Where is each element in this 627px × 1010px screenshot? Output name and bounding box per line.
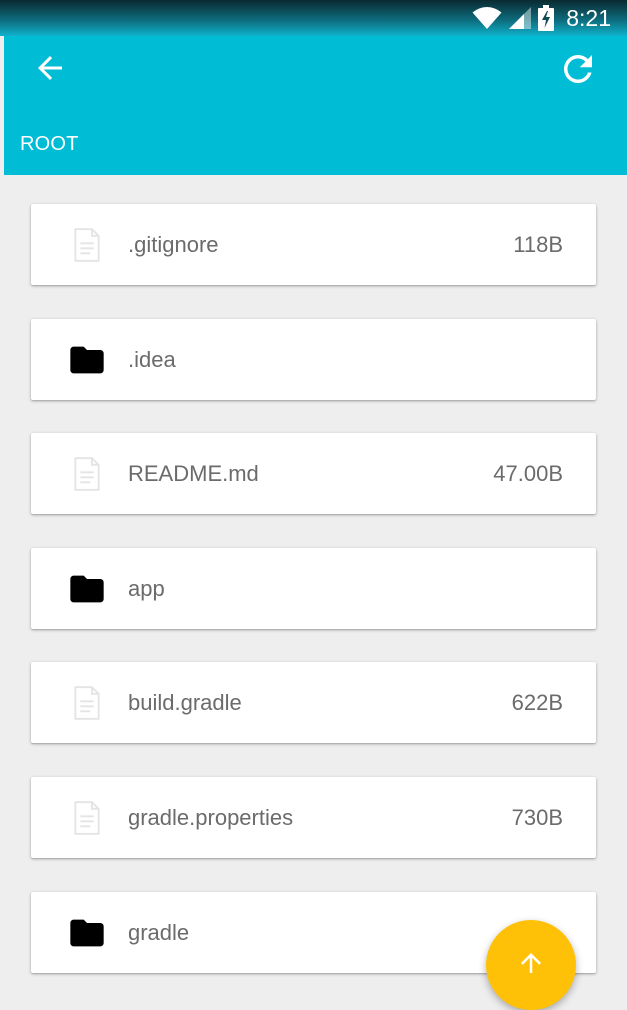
signal-icon [508,6,532,30]
app-bar: ROOT [4,36,627,175]
file-icon [74,801,100,835]
scroll-up-fab[interactable] [486,920,576,1010]
folder-item[interactable]: .idea [31,318,596,400]
folder-name: .idea [128,346,176,372]
folder-icon [70,919,104,946]
file-item[interactable]: .gitignore 118B [31,204,596,285]
refresh-button[interactable] [557,48,599,90]
file-name: README.md [128,461,259,487]
back-button[interactable] [32,50,68,86]
file-size: 622B [511,690,563,716]
file-icon [74,457,100,491]
file-size: 47.00B [493,461,563,487]
file-size: 730B [511,804,563,830]
file-item[interactable]: build.gradle 622B [31,662,596,744]
folder-icon [70,346,104,373]
file-icon [74,228,100,262]
folder-item[interactable]: app [31,547,596,629]
wifi-icon [472,6,502,30]
folder-name: gradle [128,919,190,945]
file-item[interactable]: gradle.properties 730B [31,776,596,858]
status-bar: 8:21 [0,0,627,36]
file-name: .gitignore [128,232,219,257]
file-name: gradle.properties [128,804,294,830]
status-clock: 8:21 [566,4,611,31]
arrow-up-icon [521,953,541,973]
file-name: build.gradle [128,690,242,716]
refresh-icon [564,55,592,83]
file-size: 118B [513,232,563,257]
file-list: .gitignore 118B .idea README.md 47.00B a… [31,204,596,1006]
file-icon [74,686,100,721]
folder-icon [70,575,104,603]
arrow-back-icon [38,56,62,80]
status-icons: 8:21 [472,4,611,32]
file-item[interactable]: README.md 47.00B [31,433,596,515]
folder-name: app [128,575,165,601]
battery-charging-icon [538,5,555,31]
current-path-title: ROOT [20,133,79,155]
